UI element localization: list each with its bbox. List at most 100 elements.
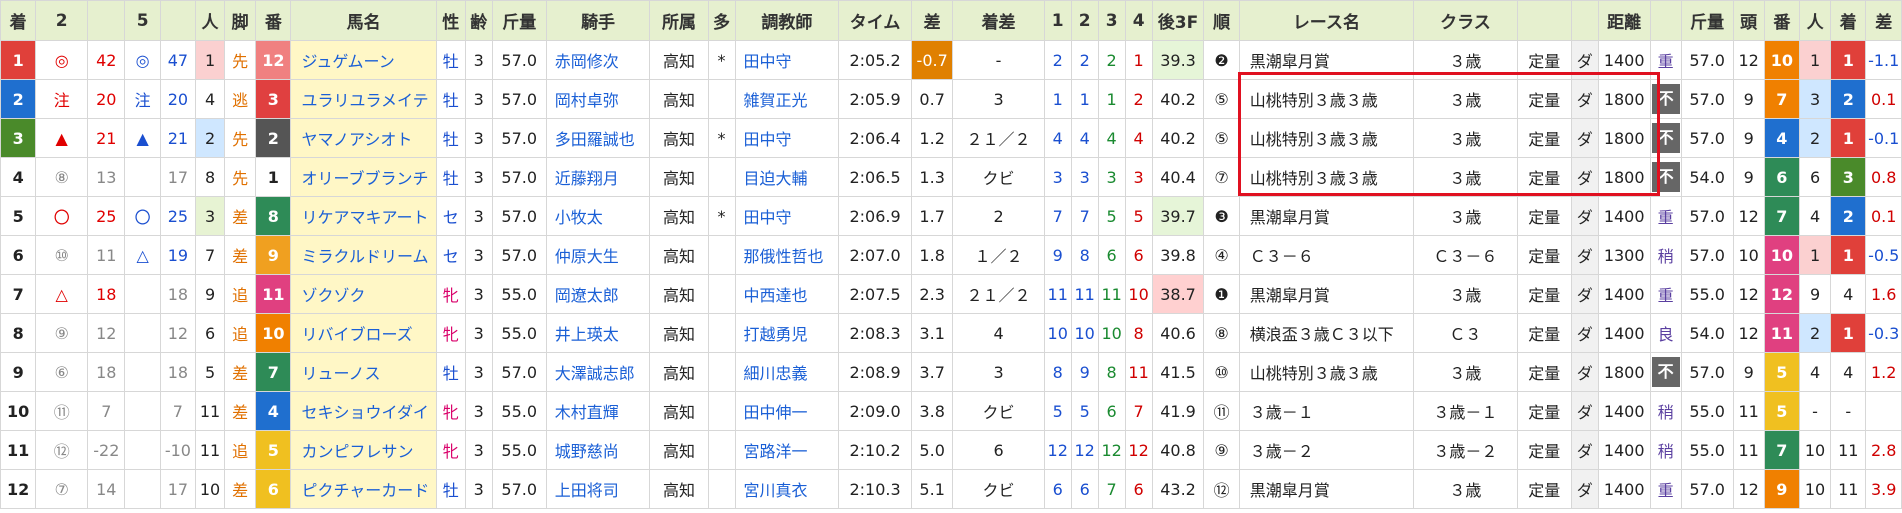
last-3f: 39.8 bbox=[1151, 235, 1205, 275]
horse-name-link[interactable]: リバイブローズ bbox=[290, 313, 437, 353]
prev-diff: 1.2 bbox=[1865, 352, 1902, 392]
prev-popularity: 4 bbox=[1798, 196, 1832, 236]
table-row[interactable]: 9 ⑥ 18 18 5 差 7 リューノス牡 3 57.0 大澤誠志郎 高知 細川忠義 2:08.9 3.7… bbox=[0, 352, 1902, 392]
table-row[interactable]: 8 ⑨ 12 12 6 追 10 リバイブローズ牝 3 55.0 井上瑛太 高知 打越勇児 2:08.3 3… bbox=[0, 313, 1902, 353]
trainer-link[interactable]: 宮川真衣 bbox=[734, 469, 840, 509]
trainer-link[interactable]: 田中守 bbox=[734, 40, 840, 80]
trainer-link[interactable]: 田中守 bbox=[734, 118, 840, 158]
table-row[interactable]: 2 注 20 注 20 4 逃 3 ユラリユラメイテ牡 3 57.0 岡村卓弥 高知 雑賀正光 2:05.9… bbox=[0, 79, 1902, 119]
prev-diff: 0.8 bbox=[1865, 157, 1902, 197]
popularity: 1 bbox=[195, 40, 226, 80]
jockey-link[interactable]: 仲原大生 bbox=[545, 235, 651, 275]
prev-horse-number: 10 bbox=[1763, 40, 1801, 80]
jockey-link[interactable]: 赤岡修次 bbox=[545, 40, 651, 80]
trainer-link[interactable]: 中西達也 bbox=[734, 274, 840, 314]
jockey-link[interactable]: 小牧太 bbox=[545, 196, 651, 236]
race-name-link[interactable]: ３歳－１ bbox=[1238, 391, 1415, 431]
horse-name-link[interactable]: セキショウイダイ bbox=[290, 391, 437, 431]
weight-condition: 定量 bbox=[1516, 40, 1572, 80]
table-row[interactable]: 11 ⑫ -22 -10 11 追 5 カンピフレサン牝 3 55.0 城野慈尚 高知 宮路洋一 2:10… bbox=[0, 430, 1902, 470]
corner-2: 8 bbox=[1070, 235, 1099, 275]
horse-name-link[interactable]: リケアマキアート bbox=[290, 196, 437, 236]
sex: 牡 bbox=[435, 469, 466, 509]
horse-name-link[interactable]: ミラクルドリーム bbox=[290, 235, 437, 275]
trainer-link[interactable]: 打越勇児 bbox=[734, 313, 840, 353]
horse-name-link[interactable]: カンピフレサン bbox=[290, 430, 437, 470]
race-name-link[interactable]: 横浪盃３歳Ｃ３以下 bbox=[1238, 313, 1415, 353]
horse-name-link[interactable]: ゾクゾク bbox=[290, 274, 437, 314]
horse-name-link[interactable]: リューノス bbox=[290, 352, 437, 392]
race-name-link[interactable]: 山桃特別３歳３歳 bbox=[1238, 79, 1415, 119]
mark-2: ⑨ bbox=[35, 313, 89, 353]
table-row[interactable]: 10 ⑪ 7 7 11 差 4 セキショウイダイ牝 3 55.0 木村直輝 高知 田中伸一 2:09.0 3… bbox=[0, 391, 1902, 431]
jockey-link[interactable]: 上田将司 bbox=[545, 469, 651, 509]
corner-4: 12 bbox=[1124, 430, 1153, 470]
trainer-link[interactable]: 目迫大輔 bbox=[734, 157, 840, 197]
last-3f: 40.4 bbox=[1151, 157, 1205, 197]
horse-name-link[interactable]: ヤマノアシオト bbox=[290, 118, 437, 158]
distance: 1400 bbox=[1597, 391, 1651, 431]
jockey-link[interactable]: 岡遼太郎 bbox=[545, 274, 651, 314]
corner-3: 11 bbox=[1097, 274, 1126, 314]
table-row[interactable]: 5 〇 25 〇 25 3 差 8 リケアマキアートセ 3 57.0 小牧太 高知 * 田中守 2:06.9 1… bbox=[0, 196, 1902, 236]
last-3f-rank: ❷ bbox=[1203, 40, 1240, 80]
mark-5 bbox=[124, 430, 161, 470]
corner-3: 6 bbox=[1097, 391, 1126, 431]
weight-carried: 57.0 bbox=[491, 352, 547, 392]
jockey-link[interactable]: 城野慈尚 bbox=[545, 430, 651, 470]
weight-condition: 定量 bbox=[1516, 313, 1572, 353]
horse-name-link[interactable]: ピクチャーカード bbox=[290, 469, 437, 509]
corner-2: 6 bbox=[1070, 469, 1099, 509]
table-row[interactable]: 3 ▲ 21 ▲ 21 2 先 2 ヤマノアシオト牡 3 57.0 多田羅誠也 高知 * 田中守 2:06.4… bbox=[0, 118, 1902, 158]
jockey-link[interactable]: 井上瑛太 bbox=[545, 313, 651, 353]
race-name-link[interactable]: 黒潮皐月賞 bbox=[1238, 196, 1415, 236]
mark-2: ◎ bbox=[35, 40, 89, 80]
race-name-link[interactable]: ３歳－２ bbox=[1238, 430, 1415, 470]
race-name-link[interactable]: Ｃ３－６ bbox=[1238, 235, 1415, 275]
jockey-link[interactable]: 大澤誠志郎 bbox=[545, 352, 651, 392]
horse-name-link[interactable]: オリーブブランチ bbox=[290, 157, 437, 197]
table-row[interactable]: 6 ⑩ 11 △ 19 7 差 9 ミラクルドリームセ 3 57.0 仲原大生 高知 那俄性哲也 2:07.… bbox=[0, 235, 1902, 275]
distance: 1300 bbox=[1597, 235, 1651, 275]
weight-carried: 55.0 bbox=[491, 274, 547, 314]
margin: ２１／２ bbox=[952, 274, 1045, 314]
race-name-link[interactable]: 山桃特別３歳３歳 bbox=[1238, 352, 1415, 392]
table-row[interactable]: 1 ◎ 42 ◎ 47 1 先 12 ジュゲムーン牡 3 57.0 赤岡修次 高知 * 田中守 2:05.2-… bbox=[0, 40, 1902, 80]
race-name-link[interactable]: 山桃特別３歳３歳 bbox=[1238, 118, 1415, 158]
trainer-link[interactable]: 田中守 bbox=[734, 196, 840, 236]
trainer-link[interactable]: 那俄性哲也 bbox=[734, 235, 840, 275]
corner-4: 5 bbox=[1124, 196, 1153, 236]
weight-condition: 定量 bbox=[1516, 196, 1572, 236]
trainer-link[interactable]: 宮路洋一 bbox=[734, 430, 840, 470]
trainer-link[interactable]: 田中伸一 bbox=[734, 391, 840, 431]
jockey-link[interactable]: 岡村卓弥 bbox=[545, 79, 651, 119]
header-cell: 多 bbox=[707, 0, 736, 41]
horse-name-link[interactable]: ジュゲムーン bbox=[290, 40, 437, 80]
distance: 1800 bbox=[1597, 118, 1651, 158]
track-condition: 稍 bbox=[1649, 235, 1682, 275]
race-name-link[interactable]: 黒潮皐月賞 bbox=[1238, 469, 1415, 509]
last-3f: 40.2 bbox=[1151, 118, 1205, 158]
table-row[interactable]: 12 ⑦ 14 17 10 差 6 ピクチャーカード牡 3 57.0 上田将司 高知 宮川真衣 2:10.… bbox=[0, 469, 1902, 509]
running-style: 追 bbox=[224, 313, 257, 353]
race-name-link[interactable]: 黒潮皐月賞 bbox=[1238, 274, 1415, 314]
horse-name-link[interactable]: ユラリユラメイテ bbox=[290, 79, 437, 119]
prev-horse-number: 10 bbox=[1763, 235, 1801, 275]
corner-2: 3 bbox=[1070, 157, 1099, 197]
race-name-link[interactable]: 山桃特別３歳３歳 bbox=[1238, 157, 1415, 197]
table-row[interactable]: 4 ⑧ 13 17 8 先 1 オリーブブランチ牡 3 57.0 近藤翔月 高知 目迫大輔 2:06.5 1… bbox=[0, 157, 1902, 197]
race-name-link[interactable]: 黒潮皐月賞 bbox=[1238, 40, 1415, 80]
jockey-link[interactable]: 木村直輝 bbox=[545, 391, 651, 431]
table-row[interactable]: 7 △ 18 18 9 追 11 ゾクゾク牝 3 55.0 岡遼太郎 高知 中西達也 2:07.5 2.3 ２… bbox=[0, 274, 1902, 314]
finish-time: 2:08.3 bbox=[838, 313, 912, 353]
mark-2: ⑪ bbox=[35, 391, 89, 431]
prev-diff: 0.1 bbox=[1865, 79, 1902, 119]
going-badge: 不 bbox=[1651, 123, 1680, 153]
jockey-link[interactable]: 多田羅誠也 bbox=[545, 118, 651, 158]
track-condition: 稍 bbox=[1649, 430, 1682, 470]
trainer-link[interactable]: 雑賀正光 bbox=[734, 79, 840, 119]
trainer-link[interactable]: 細川忠義 bbox=[734, 352, 840, 392]
age: 3 bbox=[464, 430, 493, 470]
prev-horse-number: 11 bbox=[1763, 313, 1801, 353]
jockey-link[interactable]: 近藤翔月 bbox=[545, 157, 651, 197]
